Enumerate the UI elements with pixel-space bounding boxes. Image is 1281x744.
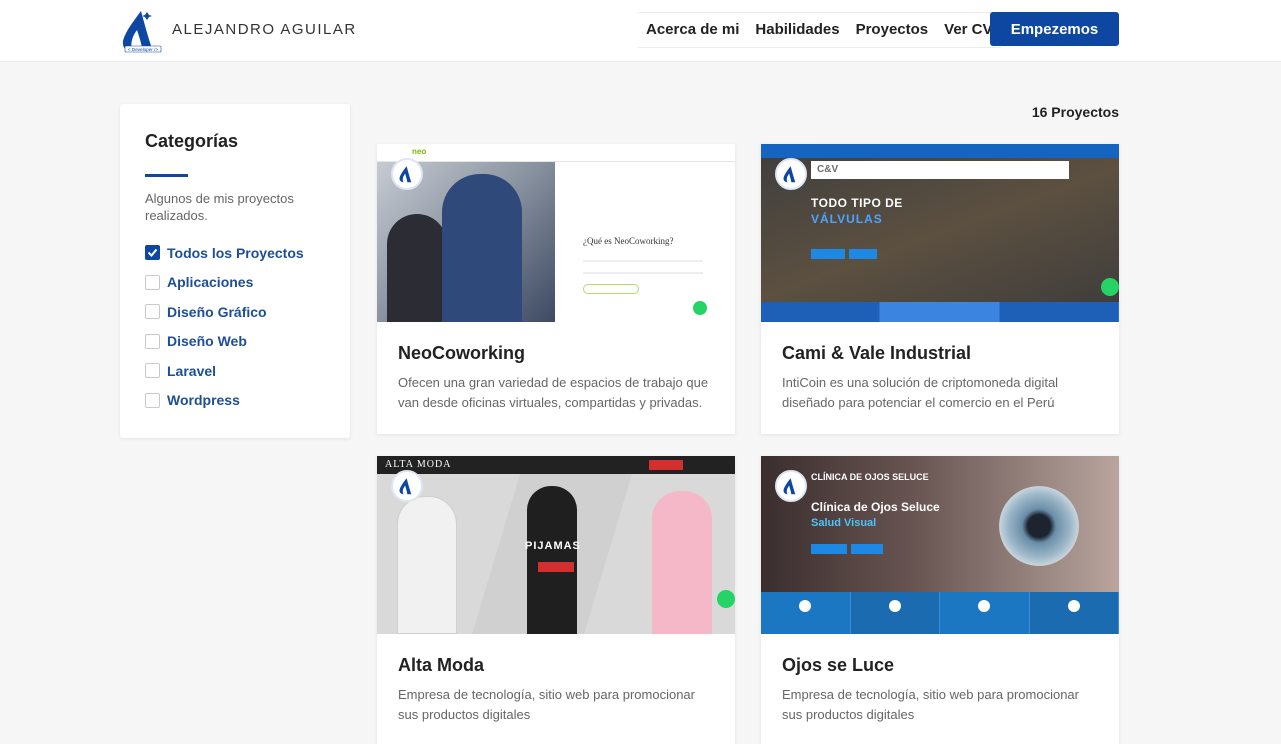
category-checkbox[interactable]	[145, 274, 160, 290]
categories-sidebar: Categorías Algunos de mis proyectos real…	[120, 104, 350, 438]
thumbnail-logo-text: C&V	[817, 164, 839, 175]
category-wordpress[interactable]: Wordpress	[145, 386, 304, 416]
project-count: 16 Proyectos	[1031, 104, 1119, 120]
project-title[interactable]: Ojos se Luce	[782, 655, 894, 676]
thumbnail-figure	[527, 486, 577, 634]
project-card[interactable]: ALTA MODA PIJAMAS Alta Moda Empresa de t…	[377, 456, 735, 744]
thumbnail-button	[849, 249, 877, 259]
whatsapp-icon	[717, 590, 735, 608]
whatsapp-icon	[693, 301, 707, 315]
project-description: Empresa de tecnología, sitio web para pr…	[398, 687, 695, 722]
thumbnail-subheading: VÁLVULAS	[811, 212, 883, 226]
developer-badge-icon	[775, 470, 807, 502]
thumbnail-bottom-bar	[761, 592, 1119, 634]
category-label: Diseño Gráfico	[167, 303, 267, 320]
project-thumbnail[interactable]: neo ¿Qué es NeoCoworking?	[377, 144, 735, 322]
nav-skills[interactable]: Habilidades	[747, 13, 847, 47]
category-label: Wordpress	[167, 392, 240, 409]
thumbnail-topbar	[761, 144, 1119, 158]
project-card[interactable]: C&V TODO TIPO DE VÁLVULAS Cami & Vale In…	[761, 144, 1119, 434]
project-thumbnail[interactable]: C&V TODO TIPO DE VÁLVULAS	[761, 144, 1119, 322]
category-all[interactable]: Todos los Proyectos	[145, 238, 304, 268]
thumbnail-navbar: C&V	[811, 161, 1069, 179]
category-label: Aplicaciones	[167, 274, 254, 291]
category-label: Todos los Proyectos	[167, 244, 304, 261]
category-checkbox[interactable]	[145, 363, 160, 379]
category-graphic-design[interactable]: Diseño Gráfico	[145, 297, 304, 327]
category-apps[interactable]: Aplicaciones	[145, 268, 304, 298]
thumbnail-heading: TODO TIPO DE	[811, 196, 903, 210]
thumbnail-bottom-bar	[761, 302, 1119, 322]
category-checkbox[interactable]	[145, 304, 160, 320]
check-icon	[147, 249, 158, 258]
thumbnail-logo-text: neo	[412, 147, 427, 156]
project-thumbnail[interactable]: ALTA MODA PIJAMAS	[377, 456, 735, 634]
developer-badge-icon	[775, 158, 807, 190]
thumbnail-eye-image	[999, 486, 1079, 566]
developer-badge-icon	[391, 470, 423, 502]
project-description: Ofecen una gran variedad de espacios de …	[398, 375, 709, 410]
thumbnail-figure	[652, 491, 712, 634]
nav-projects[interactable]: Proyectos	[848, 13, 937, 47]
sidebar-title: Categorías	[145, 131, 239, 151]
nav-about[interactable]: Acerca de mi	[638, 13, 747, 47]
category-checkbox[interactable]	[145, 245, 160, 261]
thumbnail-logo-text: ALTA MODA	[385, 459, 452, 470]
thumbnail-button	[538, 562, 574, 572]
thumbnail-logo-text: CLÍNICA DE OJOS SELUCE	[811, 472, 929, 482]
main-nav: Acerca de mi Habilidades Proyectos Ver C…	[638, 12, 1001, 48]
project-thumbnail[interactable]: CLÍNICA DE OJOS SELUCE Clínica de Ojos S…	[761, 456, 1119, 634]
project-title[interactable]: Alta Moda	[398, 655, 484, 676]
project-card[interactable]: neo ¿Qué es NeoCoworking? NeoCoworking O…	[377, 144, 735, 434]
thumbnail-button	[583, 284, 639, 294]
whatsapp-icon	[1101, 278, 1119, 296]
title-underline	[145, 174, 188, 177]
thumbnail-figure	[442, 174, 522, 322]
svg-text:< Developer />: < Developer />	[128, 47, 158, 52]
category-checkbox[interactable]	[145, 333, 160, 349]
thumbnail-heading: Clínica de Ojos Seluce	[811, 500, 940, 514]
project-title[interactable]: Cami & Vale Industrial	[782, 343, 971, 364]
category-list: Todos los Proyectos Aplicaciones Diseño …	[145, 238, 304, 415]
thumbnail-topbar: neo	[377, 144, 735, 162]
project-title[interactable]: NeoCoworking	[398, 343, 525, 364]
developer-logo-icon[interactable]: < Developer />	[119, 8, 165, 54]
category-laravel[interactable]: Laravel	[145, 356, 304, 386]
thumbnail-heading: ¿Qué es NeoCoworking?	[583, 236, 674, 246]
category-label: Diseño Web	[167, 333, 247, 350]
sidebar-description: Algunos de mis proyectos realizados.	[145, 191, 294, 223]
brand-name[interactable]: ALEJANDRO AGUILAR	[172, 21, 357, 38]
category-web-design[interactable]: Diseño Web	[145, 327, 304, 357]
thumbnail-subheading: Salud Visual	[811, 517, 877, 529]
thumbnail-navbar: CLÍNICA DE OJOS SELUCE	[761, 470, 1119, 486]
project-description: IntiCoin es una solución de criptomoneda…	[782, 375, 1059, 410]
thumbnail-text-lines	[583, 260, 703, 274]
category-checkbox[interactable]	[145, 392, 160, 408]
site-header: < Developer /> ALEJANDRO AGUILAR Acerca …	[0, 0, 1281, 62]
start-button[interactable]: Empezemos	[990, 12, 1119, 46]
thumbnail-figure	[397, 496, 457, 634]
thumbnail-figure	[387, 214, 447, 322]
thumbnail-button	[811, 249, 845, 259]
project-card[interactable]: CLÍNICA DE OJOS SELUCE Clínica de Ojos S…	[761, 456, 1119, 744]
developer-badge-icon	[391, 158, 423, 190]
thumbnail-button	[851, 544, 883, 554]
project-description: Empresa de tecnología, sitio web para pr…	[782, 687, 1079, 722]
thumbnail-button	[811, 544, 847, 554]
thumbnail-button	[649, 460, 683, 470]
thumbnail-heading: PIJAMAS	[525, 540, 581, 552]
category-label: Laravel	[167, 362, 217, 379]
